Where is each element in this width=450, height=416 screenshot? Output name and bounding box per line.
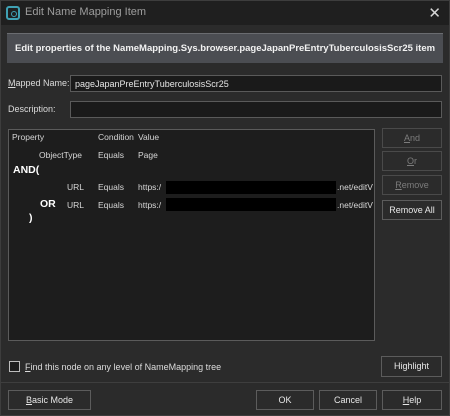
title-bar: Edit Name Mapping Item ✕	[1, 1, 449, 25]
or-button[interactable]: Or	[382, 151, 442, 171]
row-url2-value-prefix: https:/	[138, 200, 162, 210]
and-button[interactable]: And	[382, 128, 442, 148]
redaction-bar	[166, 198, 336, 211]
description-label: Description:	[8, 104, 56, 114]
help-button[interactable]: Help	[382, 390, 442, 410]
redaction-bar	[166, 181, 336, 194]
or-button-rest: r	[414, 156, 417, 166]
row-url1-value-prefix: https:/	[138, 182, 162, 192]
row-url2-condition: Equals	[98, 200, 124, 210]
condition-table[interactable]: Property Condition Value ObjectType Equa…	[8, 129, 375, 341]
header-value[interactable]: Value	[138, 132, 159, 142]
or-button-accel: O	[406, 156, 414, 166]
find-label-rest: ind this node on any level of NameMappin…	[30, 362, 222, 372]
ok-button[interactable]: OK	[256, 390, 314, 410]
row-objecttype-condition: Equals	[98, 150, 124, 160]
basic-mode-button[interactable]: Basic Mode	[8, 390, 91, 410]
help-rest: elp	[409, 395, 422, 405]
highlight-button[interactable]: Highlight	[381, 356, 442, 377]
remove-all-button[interactable]: Remove All	[382, 200, 442, 220]
basic-mode-rest: asic Mode	[31, 395, 74, 405]
mapped-name-input[interactable]	[70, 75, 442, 92]
row-url2-value-suffix: .net/editV	[337, 200, 373, 210]
or-operator[interactable]: OR	[40, 198, 56, 210]
remove-button-rest: emove	[401, 180, 429, 190]
close-icon[interactable]: ✕	[428, 4, 441, 22]
mapped-name-label-rest: apped Name:	[15, 78, 70, 88]
header-property[interactable]: Property	[12, 132, 44, 142]
row-url1-property: URL	[67, 182, 85, 192]
footer-divider	[1, 382, 449, 383]
row-objecttype-property: ObjectType	[39, 150, 82, 160]
banner-text: Edit properties of the NameMapping.Sys.b…	[15, 43, 436, 54]
remove-button[interactable]: Remove	[382, 175, 442, 195]
header-condition[interactable]: Condition	[98, 132, 134, 142]
edit-name-mapping-dialog: Edit Name Mapping Item ✕ Edit properties…	[0, 0, 450, 416]
app-icon	[6, 6, 20, 20]
find-any-level-label[interactable]: Find this node on any level of NameMappi…	[25, 362, 221, 372]
description-input[interactable]	[70, 101, 442, 118]
and-group-open[interactable]: AND(	[13, 164, 39, 176]
mapped-name-label-accel: M	[8, 78, 16, 88]
header-banner: Edit properties of the NameMapping.Sys.b…	[7, 33, 443, 63]
row-objecttype-value: Page	[138, 150, 158, 160]
row-url2-property: URL	[67, 200, 85, 210]
row-url1-value-suffix: .net/editV	[337, 182, 373, 192]
and-button-rest: nd	[410, 133, 421, 143]
window-title: Edit Name Mapping Item	[25, 6, 147, 18]
cancel-button[interactable]: Cancel	[319, 390, 377, 410]
and-group-close[interactable]: )	[29, 212, 33, 224]
find-any-level-checkbox[interactable]	[9, 361, 20, 372]
row-url1-condition: Equals	[98, 182, 124, 192]
mapped-name-label: Mapped Name:	[8, 78, 70, 88]
